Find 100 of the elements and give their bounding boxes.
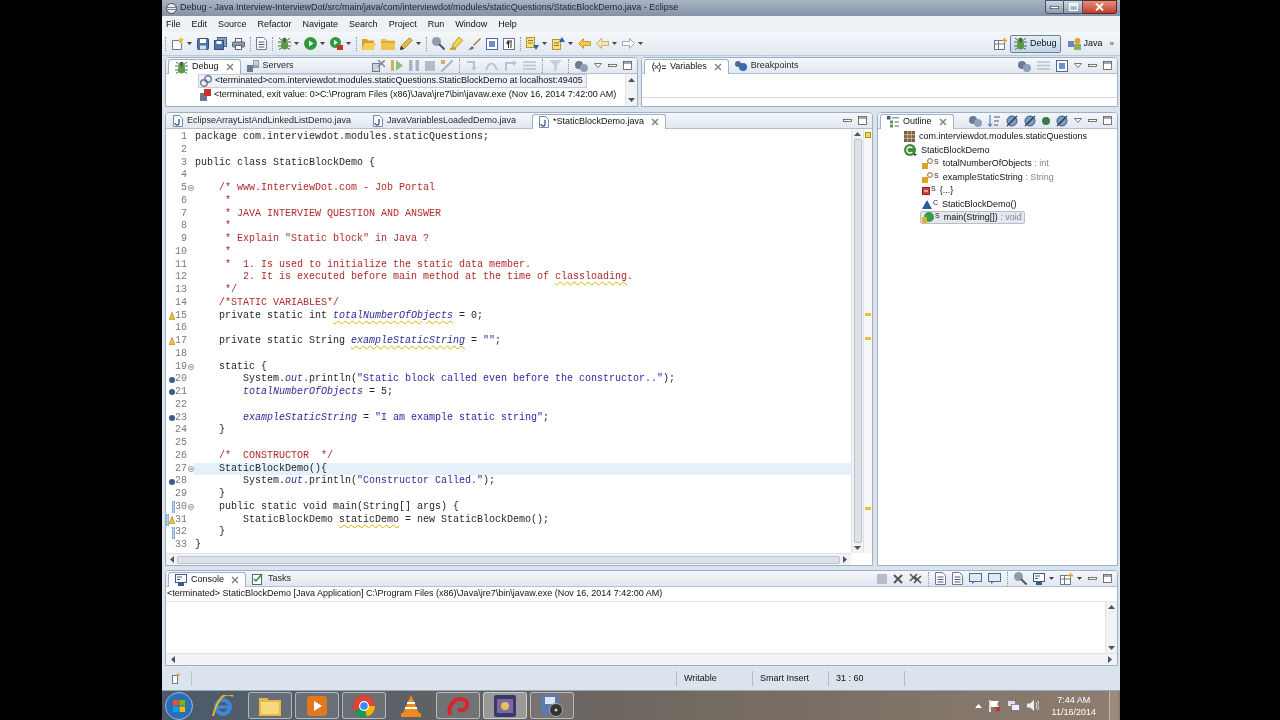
tab[interactable]: Outline xyxy=(880,114,954,129)
caret-icon[interactable] xyxy=(187,42,192,45)
taskbar-button[interactable] xyxy=(530,692,574,719)
play-circle-icon[interactable] xyxy=(304,37,317,50)
cross-icon[interactable] xyxy=(893,573,903,584)
tree-item[interactable]: <terminated>com.interviewdot.modules.staticQuestions.StaticBlockDemo at localhost:49405 xyxy=(198,74,587,88)
view-menu-icon[interactable] xyxy=(1074,118,1082,123)
close-icon[interactable] xyxy=(713,63,722,71)
new-page-icon[interactable] xyxy=(171,37,184,50)
double-cross-icon[interactable] xyxy=(909,573,922,584)
taskbar-button[interactable] xyxy=(483,692,527,719)
caret-icon[interactable] xyxy=(416,42,421,45)
tab[interactable]: EclipseArrayListAndLinkedListDemo.java xyxy=(167,113,358,128)
scroll-up-icon[interactable] xyxy=(1108,605,1115,609)
caret-icon[interactable] xyxy=(294,42,299,45)
scroll-left-icon[interactable] xyxy=(171,656,175,663)
scroll-right-icon[interactable] xyxy=(1108,656,1112,663)
tab[interactable]: Console xyxy=(168,572,247,587)
menu-item[interactable]: Help xyxy=(495,16,520,32)
tree-item[interactable]: com.interviewdot.modules.staticQuestions xyxy=(902,130,1091,144)
tree-item[interactable]: StaticBlockDemo xyxy=(902,143,993,157)
minimize-icon[interactable] xyxy=(1088,119,1097,122)
scroll-down-icon[interactable] xyxy=(1108,646,1115,650)
vertical-scrollbar[interactable] xyxy=(851,129,863,553)
close-icon[interactable] xyxy=(938,118,947,126)
flag-icon[interactable] xyxy=(988,699,1000,712)
magnifier-icon[interactable] xyxy=(432,37,445,50)
two-floppies-icon[interactable] xyxy=(214,37,227,50)
caret-icon[interactable] xyxy=(1049,577,1054,580)
circle-slash-icon[interactable] xyxy=(1056,114,1068,127)
horizontal-scrollbar[interactable] xyxy=(166,653,1117,665)
overflow-chevron[interactable]: » xyxy=(1109,37,1114,50)
scrollbar-thumb[interactable] xyxy=(853,139,862,543)
note-down-arrow-icon[interactable] xyxy=(526,37,539,50)
two-circles-icon[interactable] xyxy=(575,59,588,72)
speech-box-icon[interactable] xyxy=(988,573,1001,584)
menu-item[interactable]: File xyxy=(163,16,184,32)
caret-icon[interactable] xyxy=(638,42,643,45)
scroll-right-icon[interactable] xyxy=(843,556,847,563)
magnifier-icon[interactable] xyxy=(1014,572,1027,585)
horizontal-scrollbar[interactable] xyxy=(166,553,851,565)
maximize-icon[interactable] xyxy=(1103,574,1112,583)
scroll-down-icon[interactable] xyxy=(628,98,635,102)
caret-icon[interactable] xyxy=(346,42,351,45)
menu-item[interactable]: Project xyxy=(385,16,420,32)
menu-item[interactable]: Edit xyxy=(188,16,211,32)
minimize-icon[interactable] xyxy=(1088,577,1097,580)
bug-icon[interactable] xyxy=(278,37,291,50)
note-up-arrow-icon[interactable] xyxy=(552,37,565,50)
vertical-scrollbar[interactable] xyxy=(1105,602,1117,653)
brush-icon[interactable] xyxy=(468,37,481,50)
close-icon[interactable] xyxy=(225,63,234,71)
caret-icon[interactable] xyxy=(1077,577,1082,580)
menu-item[interactable]: Navigate xyxy=(299,16,342,32)
close-icon[interactable] xyxy=(231,576,240,584)
tab[interactable]: Variables xyxy=(644,59,729,74)
window-plus-icon[interactable] xyxy=(1060,572,1073,585)
start-orb-icon[interactable] xyxy=(165,691,193,720)
pilcrow-icon[interactable] xyxy=(503,37,515,50)
minimize-button[interactable] xyxy=(1045,0,1064,14)
lined-page-icon[interactable] xyxy=(952,572,963,585)
minimize-icon[interactable] xyxy=(843,119,852,122)
printer-icon[interactable] xyxy=(232,37,245,50)
page-cross-icon[interactable] xyxy=(372,59,385,72)
taskbar-button[interactable] xyxy=(295,692,339,719)
circle-slash-icon[interactable] xyxy=(1024,114,1036,127)
square-frame-icon[interactable] xyxy=(1056,59,1068,72)
floppy-icon[interactable] xyxy=(197,37,209,50)
circle-slash-icon[interactable] xyxy=(1006,114,1018,127)
maximize-icon[interactable] xyxy=(1103,116,1112,125)
caret-icon[interactable] xyxy=(320,42,325,45)
caret-icon[interactable] xyxy=(612,42,617,45)
lined-page-icon[interactable] xyxy=(256,37,267,50)
maximize-icon[interactable] xyxy=(1103,61,1112,70)
network-icon[interactable] xyxy=(1006,700,1020,711)
tree-item[interactable]: <terminated, exit value: 0>C:\Program Files (x86)\Java\jre7\bin\javaw.exe (Nov 16, 2014 7:42:00 AM) xyxy=(198,88,621,102)
scroll-left-icon[interactable] xyxy=(170,556,174,563)
menu-item[interactable]: Refactor xyxy=(254,16,295,32)
menu-item[interactable]: Source xyxy=(215,16,250,32)
perspective-button[interactable]: Debug xyxy=(1010,34,1061,53)
minimize-icon[interactable] xyxy=(1088,64,1097,67)
monitor-icon[interactable] xyxy=(1033,572,1045,585)
scroll-down-icon[interactable] xyxy=(854,546,861,550)
tab[interactable]: Debug xyxy=(168,59,241,74)
maximize-icon[interactable] xyxy=(623,61,632,70)
tab[interactable]: JavaVariablesLoadedDemo.java xyxy=(367,113,522,128)
caret-icon[interactable] xyxy=(542,42,547,45)
minimize-icon[interactable] xyxy=(608,64,617,67)
sort-lines-icon[interactable] xyxy=(988,114,1000,127)
clock-date[interactable]: 11/16/2014 xyxy=(1051,705,1096,718)
close-button[interactable] xyxy=(1083,0,1117,14)
tab[interactable]: Servers xyxy=(240,58,300,73)
window-plus-icon[interactable] xyxy=(994,37,1007,50)
view-menu-icon[interactable] xyxy=(594,63,602,68)
two-circles-icon[interactable] xyxy=(969,114,982,127)
clock-time[interactable]: 7:44 AM xyxy=(1057,693,1091,706)
pencil-icon[interactable] xyxy=(400,37,413,50)
menu-item[interactable]: Run xyxy=(424,16,448,32)
dot-icon[interactable] xyxy=(1042,116,1050,125)
scroll-up-icon[interactable] xyxy=(854,132,861,136)
